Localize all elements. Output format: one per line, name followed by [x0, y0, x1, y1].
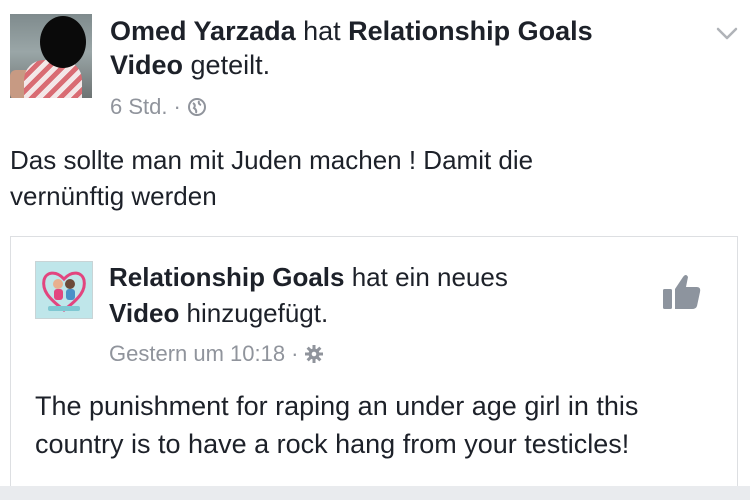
- post-message-line: vernünftig werden: [10, 181, 217, 211]
- card-timestamp[interactable]: Gestern um 10:18: [109, 341, 285, 367]
- meta-separator: ·: [173, 94, 181, 119]
- heart-icon: [42, 271, 86, 312]
- card-meta: Gestern um 10:18 ·: [109, 341, 324, 367]
- shared-type-link[interactable]: Video: [110, 50, 183, 80]
- card-page-name-link[interactable]: Relationship Goals: [109, 262, 345, 292]
- card-message-line: country is to have a rock hang from your…: [35, 429, 630, 459]
- thumbs-up-icon[interactable]: [661, 271, 703, 313]
- post-message: Das sollte man mit Juden machen ! Damit …: [10, 142, 710, 214]
- card-meta-separator: ·: [291, 341, 299, 366]
- shared-page-link[interactable]: Relationship Goals: [348, 16, 593, 46]
- shared-post-card[interactable]: Relationship Goals hat ein neues Video h…: [10, 236, 738, 486]
- card-header: Relationship Goals hat ein neues Video h…: [109, 259, 609, 331]
- header-action-2: geteilt.: [183, 50, 271, 80]
- globe-icon: [187, 98, 206, 116]
- post-header: Omed Yarzada hat Relationship Goals Vide…: [110, 14, 670, 82]
- chevron-down-icon[interactable]: [712, 18, 742, 48]
- card-action-1: hat ein neues: [344, 262, 508, 292]
- post-meta: 6 Std. ·: [110, 94, 207, 120]
- author-name-link[interactable]: Omed Yarzada: [110, 16, 296, 46]
- post-timestamp[interactable]: 6 Std.: [110, 94, 167, 120]
- bottom-divider: [0, 486, 750, 500]
- avatar-head: [40, 16, 86, 68]
- card-message-line: The punishment for raping an under age g…: [35, 391, 639, 421]
- page-logo[interactable]: [35, 261, 93, 319]
- card-content-type-link[interactable]: Video: [109, 298, 179, 328]
- card-message: The punishment for raping an under age g…: [35, 387, 725, 463]
- card-action-2: hinzugefügt.: [179, 298, 329, 328]
- header-action-1: hat: [295, 16, 349, 46]
- post-message-line: Das sollte man mit Juden machen ! Damit …: [10, 145, 534, 175]
- gear-icon: [305, 345, 324, 363]
- author-avatar[interactable]: [10, 14, 92, 98]
